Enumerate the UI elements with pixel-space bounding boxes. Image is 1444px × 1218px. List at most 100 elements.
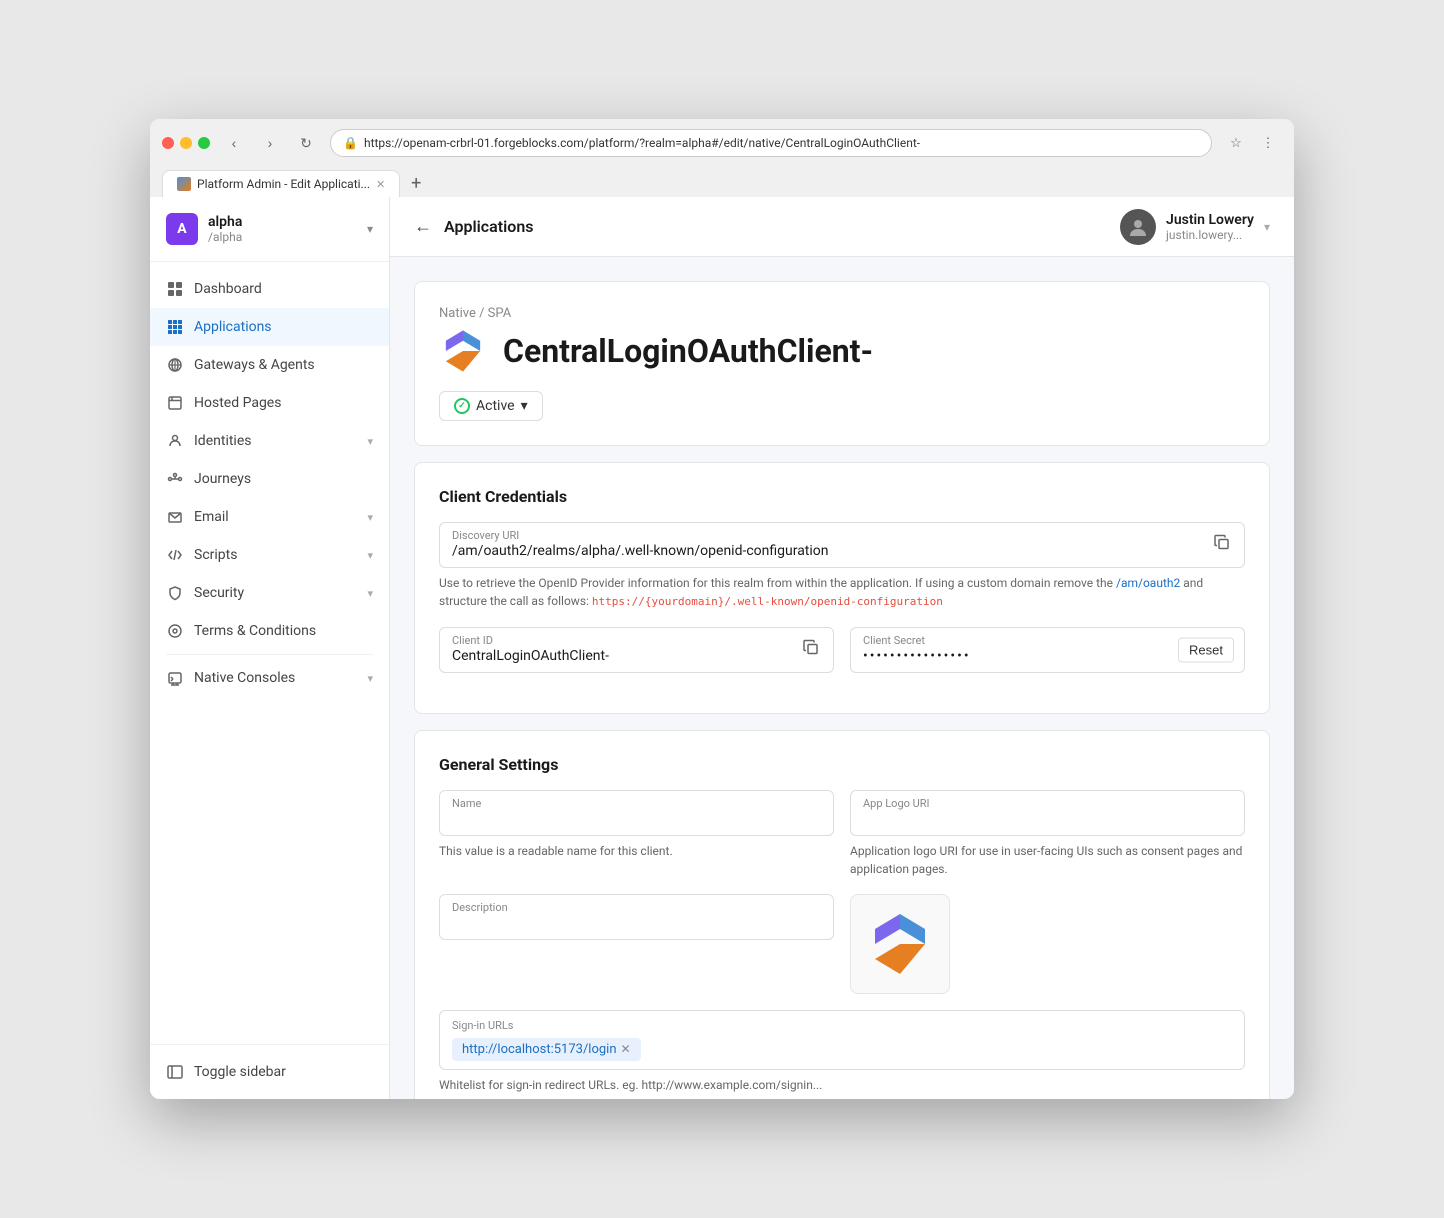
sidebar-item-label-gateways: Gateways & Agents — [194, 357, 373, 373]
sidebar-header: A alpha /alpha ▾ — [150, 197, 389, 262]
client-secret-field-group: Client Secret Reset — [850, 627, 1245, 673]
discovery-uri-container: Discovery URI — [439, 522, 1245, 568]
sidebar-item-label-terms: Terms & Conditions — [194, 623, 373, 639]
realm-name: alpha — [208, 214, 242, 230]
discovery-uri-field-group: Discovery URI Use to retrieve the OpenID… — [439, 522, 1245, 611]
scripts-icon — [166, 546, 184, 564]
bookmark-button[interactable]: ☆ — [1222, 129, 1250, 157]
browser-window: ‹ › ↻ 🔒 https://openam-crbrl-01.forgeblo… — [150, 119, 1294, 1099]
back-nav-button[interactable]: ‹ — [220, 129, 248, 157]
security-icon — [166, 584, 184, 602]
logo-preview-group — [850, 894, 1245, 994]
remove-signin-url-button[interactable]: ✕ — [621, 1042, 631, 1056]
sidebar-item-email[interactable]: Email ▾ — [150, 498, 389, 536]
forward-nav-button[interactable]: › — [256, 129, 284, 157]
topbar: ← Applications Justin Lowery justin.lowe… — [390, 197, 1294, 257]
description-logo-preview-row: Description — [439, 894, 1245, 994]
reset-secret-button[interactable]: Reset — [1178, 637, 1234, 662]
discovery-help-link[interactable]: /am/oauth2 — [1116, 576, 1180, 590]
dashboard-icon — [166, 280, 184, 298]
sidebar-item-label-journeys: Journeys — [194, 471, 373, 487]
app-name: CentralLoginOAuthClient- — [503, 332, 873, 370]
signin-urls-help: Whitelist for sign-in redirect URLs. eg.… — [439, 1076, 1245, 1094]
app-logo-icon — [439, 327, 487, 375]
user-avatar — [1120, 209, 1156, 245]
topbar-right: Justin Lowery justin.lowery... ▾ — [1120, 209, 1270, 245]
sidebar-item-terms-conditions[interactable]: Terms & Conditions — [150, 612, 389, 650]
sidebar-item-gateways-agents[interactable]: Gateways & Agents — [150, 346, 389, 384]
identities-icon — [166, 432, 184, 450]
sidebar-item-label-hosted-pages: Hosted Pages — [194, 395, 373, 411]
scripts-chevron-icon: ▾ — [367, 549, 373, 562]
app-logo-preview — [850, 894, 950, 994]
status-label: Active — [476, 398, 515, 414]
minimize-button[interactable] — [180, 137, 192, 149]
client-credentials-card: Client Credentials Discovery URI Use to … — [414, 462, 1270, 714]
tab-favicon — [177, 177, 191, 191]
sidebar-item-identities[interactable]: Identities ▾ — [150, 422, 389, 460]
general-settings-title: General Settings — [439, 755, 1245, 774]
extensions-button[interactable]: ⋮ — [1254, 129, 1282, 157]
sidebar-item-dashboard[interactable]: Dashboard — [150, 270, 389, 308]
description-field-group: Description — [439, 894, 834, 940]
sidebar-item-label-email: Email — [194, 509, 357, 525]
reload-button[interactable]: ↻ — [292, 129, 320, 157]
back-button[interactable]: ← — [414, 216, 432, 237]
name-logo-row: Name This value is a readable name for t… — [439, 790, 1245, 878]
client-id-input[interactable] — [440, 628, 833, 672]
lock-icon: 🔒 — [343, 136, 358, 150]
browser-chrome: ‹ › ↻ 🔒 https://openam-crbrl-01.forgeblo… — [150, 119, 1294, 197]
app-header-card: Native / SPA CentralLoginOAuthClient- Ac… — [414, 281, 1270, 446]
address-bar[interactable]: 🔒 https://openam-crbrl-01.forgeblocks.co… — [330, 129, 1212, 157]
preview-logo-icon — [870, 909, 930, 979]
app-logo-help: Application logo URI for use in user-fac… — [850, 842, 1245, 878]
signin-url-tag: http://localhost:5173/login ✕ — [452, 1038, 641, 1061]
name-input[interactable] — [440, 791, 833, 835]
discovery-uri-label: Discovery URI — [452, 529, 519, 542]
discovery-uri-copy-button[interactable] — [1210, 531, 1234, 560]
sidebar-item-security[interactable]: Security ▾ — [150, 574, 389, 612]
tab-close-button[interactable]: ✕ — [376, 178, 385, 191]
client-id-copy-button[interactable] — [799, 635, 823, 664]
sidebar-item-journeys[interactable]: Journeys — [150, 460, 389, 498]
discovery-help-code: https://{yourdomain}/.well-known/openid-… — [592, 595, 943, 608]
gateways-icon — [166, 356, 184, 374]
native-consoles-chevron-icon: ▾ — [367, 672, 373, 685]
user-chevron-icon[interactable]: ▾ — [1264, 220, 1270, 234]
general-settings-card: General Settings Name This value is a re… — [414, 730, 1270, 1100]
signin-urls-container: Sign-in URLs http://localhost:5173/login… — [439, 1010, 1245, 1070]
sidebar-item-label-applications: Applications — [194, 319, 373, 335]
sidebar-item-toggle[interactable]: Toggle sidebar — [150, 1053, 389, 1091]
fullscreen-button[interactable] — [198, 137, 210, 149]
client-secret-label: Client Secret — [863, 634, 925, 647]
topbar-left: ← Applications — [414, 216, 533, 237]
discovery-uri-input[interactable] — [440, 523, 1244, 567]
new-tab-button[interactable]: + — [402, 169, 430, 197]
sidebar-item-hosted-pages[interactable]: Hosted Pages — [150, 384, 389, 422]
client-id-container: Client ID — [439, 627, 834, 673]
name-field-group: Name This value is a readable name for t… — [439, 790, 834, 878]
status-active-icon — [454, 398, 470, 414]
hosted-pages-icon — [166, 394, 184, 412]
client-id-secret-row: Client ID Client Secret R — [439, 627, 1245, 673]
status-badge[interactable]: Active ▾ — [439, 391, 543, 421]
name-label: Name — [452, 797, 481, 810]
sidebar-bottom: Toggle sidebar — [150, 1044, 389, 1099]
realm-info[interactable]: A alpha /alpha — [166, 213, 242, 245]
signin-url-tag-value: http://localhost:5173/login — [462, 1042, 617, 1057]
user-name: Justin Lowery — [1166, 212, 1254, 228]
client-id-field-group: Client ID — [439, 627, 834, 673]
signin-urls-field-group: Sign-in URLs http://localhost:5173/login… — [439, 1010, 1245, 1094]
sidebar-item-native-consoles[interactable]: Native Consoles ▾ — [150, 659, 389, 697]
traffic-lights — [162, 137, 210, 149]
email-chevron-icon: ▾ — [367, 511, 373, 524]
sidebar-item-scripts[interactable]: Scripts ▾ — [150, 536, 389, 574]
nav-divider — [166, 654, 373, 655]
sidebar-item-applications[interactable]: Applications — [150, 308, 389, 346]
sidebar: A alpha /alpha ▾ Dashboard — [150, 197, 390, 1099]
discovery-help-prefix: Use to retrieve the OpenID Provider info… — [439, 576, 1116, 590]
close-button[interactable] — [162, 137, 174, 149]
app-logo-uri-label: App Logo URI — [863, 797, 930, 810]
active-tab[interactable]: Platform Admin - Edit Applicati... ✕ — [162, 170, 400, 197]
signin-urls-tags-row: http://localhost:5173/login ✕ — [452, 1038, 1232, 1061]
